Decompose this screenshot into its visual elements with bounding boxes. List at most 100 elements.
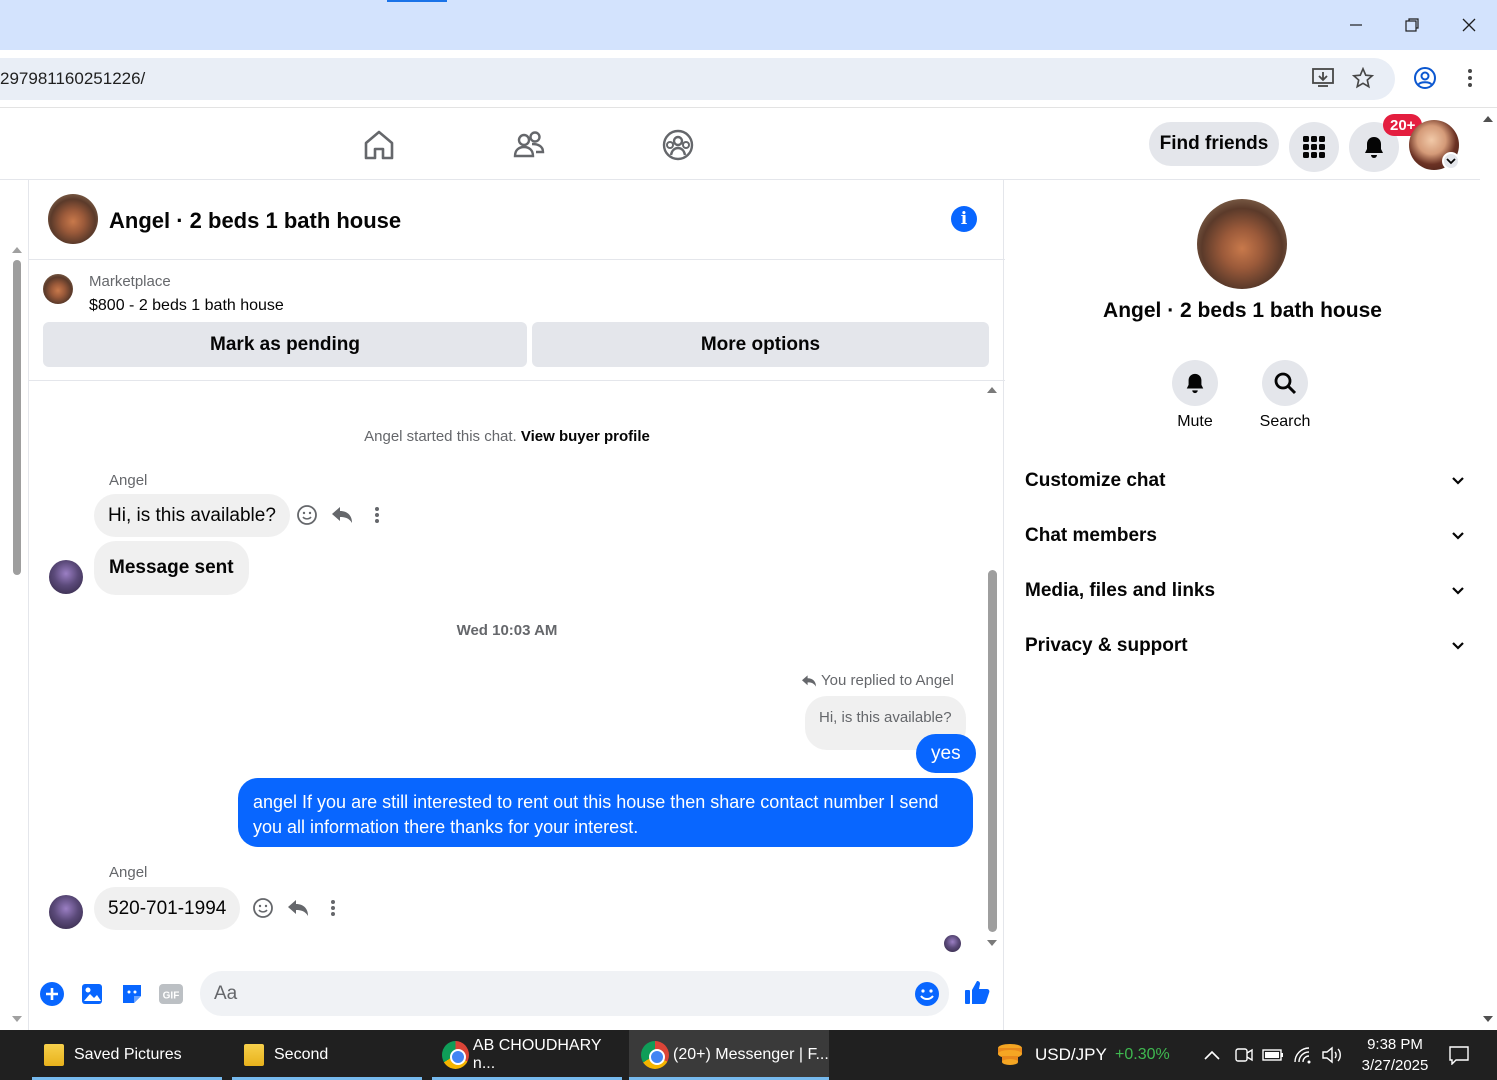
gif-icon[interactable]: GIF — [157, 980, 185, 1008]
conversation-title: Angel · 2 beds 1 bath house — [1103, 299, 1382, 322]
taskbar-item-label: Second — [274, 1046, 329, 1063]
wifi-icon[interactable] — [1293, 1044, 1315, 1066]
bell-icon — [1186, 373, 1204, 394]
incoming-message[interactable]: 520-701-1994 — [94, 887, 241, 930]
search-icon — [1274, 372, 1297, 395]
react-emoji-icon[interactable] — [251, 896, 275, 920]
scroll-down-arrow-icon — [1483, 1016, 1493, 1022]
chevron-down-icon[interactable] — [1442, 152, 1460, 170]
reply-icon[interactable] — [330, 503, 354, 527]
mark-as-pending-button[interactable]: Mark as pending — [43, 322, 527, 367]
listing-price[interactable]: $800 - 2 beds 1 bath house — [89, 297, 284, 315]
reply-icon[interactable] — [286, 896, 310, 920]
grid-icon — [1303, 136, 1325, 158]
taskbar-item-messenger[interactable]: (20+) Messenger | F... — [629, 1030, 829, 1080]
taskbar-item-chrome-1[interactable]: AB CHOUDHARY n... — [432, 1030, 622, 1080]
install-app-icon[interactable] — [1311, 66, 1335, 90]
message-input[interactable] — [200, 971, 949, 1016]
more-actions-icon[interactable] — [365, 503, 389, 527]
find-friends-button[interactable]: Find friends — [1149, 122, 1279, 166]
battery-icon[interactable] — [1262, 1044, 1284, 1066]
groups-icon[interactable] — [661, 128, 695, 162]
media-files-links-section[interactable]: Media, files and links — [1025, 571, 1465, 611]
photo-icon[interactable] — [78, 980, 106, 1008]
chevron-down-icon — [1452, 642, 1464, 650]
close-window-button[interactable] — [1440, 0, 1497, 50]
scroll-up-arrow-icon — [987, 387, 997, 393]
profile-icon[interactable] — [1413, 66, 1437, 90]
mute-button[interactable] — [1172, 360, 1218, 406]
incoming-message[interactable]: Hi, is this available? — [94, 494, 290, 537]
chat-header: Angel · 2 beds 1 bath house i — [29, 180, 1005, 260]
chat-started-text: Angel started this chat. — [364, 428, 517, 445]
outgoing-message[interactable]: angel If you are still interested to ren… — [238, 778, 973, 847]
meet-now-icon[interactable] — [1233, 1044, 1255, 1066]
volume-icon[interactable] — [1321, 1044, 1343, 1066]
minimize-icon — [1349, 24, 1362, 26]
sender-name: Angel — [109, 864, 148, 881]
taskbar-item-saved-pictures[interactable]: Saved Pictures — [32, 1030, 222, 1080]
friends-icon[interactable] — [512, 128, 546, 162]
emoji-icon[interactable] — [913, 980, 941, 1008]
incoming-message[interactable]: Message sent — [94, 541, 249, 595]
more-actions-icon[interactable] — [321, 896, 345, 920]
message-composer: GIF — [29, 960, 1005, 1030]
restore-icon — [1404, 18, 1419, 32]
chat-started-notice: Angel started this chat. View buyer prof… — [29, 428, 985, 445]
privacy-support-section[interactable]: Privacy & support — [1025, 626, 1465, 666]
message-timestamp: Wed 10:03 AM — [456, 622, 558, 639]
marketplace-label: Marketplace — [89, 273, 171, 290]
more-options-button[interactable]: More options — [532, 322, 989, 367]
bookmark-star-icon[interactable] — [1351, 66, 1375, 90]
search-button[interactable] — [1262, 360, 1308, 406]
section-label: Privacy & support — [1025, 635, 1188, 656]
left-scrollbar-thumb[interactable] — [13, 260, 21, 575]
seen-avatar — [944, 935, 961, 952]
react-emoji-icon[interactable] — [295, 503, 319, 527]
customize-chat-section[interactable]: Customize chat — [1025, 461, 1465, 501]
notification-center-icon[interactable] — [1447, 1043, 1471, 1067]
add-icon[interactable] — [38, 980, 66, 1008]
currency-widget-icon[interactable] — [996, 1041, 1024, 1069]
minimize-button[interactable] — [1327, 0, 1384, 50]
close-icon — [1462, 18, 1475, 32]
scroll-up-arrow-icon — [1483, 116, 1493, 122]
search-label: Search — [1259, 413, 1311, 430]
sticker-icon[interactable] — [118, 980, 146, 1008]
sender-avatar[interactable] — [49, 560, 83, 594]
conversation-image[interactable] — [1197, 199, 1287, 289]
clock-time: 9:38 PM — [1367, 1036, 1423, 1053]
ticker-name[interactable]: USD/JPY — [1035, 1030, 1107, 1080]
chat-scrollbar-thumb[interactable] — [988, 570, 997, 932]
chat-members-section[interactable]: Chat members — [1025, 516, 1465, 556]
scroll-down-arrow-icon — [12, 1016, 22, 1022]
system-clock[interactable]: 9:38 PM 3/27/2025 — [1355, 1034, 1435, 1076]
chat-scrollbar[interactable] — [985, 385, 999, 950]
sender-avatar[interactable] — [49, 895, 83, 929]
home-icon[interactable] — [362, 128, 396, 162]
folder-icon — [44, 1044, 64, 1066]
page-scrollbar[interactable] — [1480, 108, 1497, 1030]
view-buyer-profile-link[interactable]: View buyer profile — [521, 428, 650, 445]
svg-text:GIF: GIF — [163, 991, 180, 1002]
taskbar-item-second[interactable]: Second — [232, 1030, 422, 1080]
marketplace-listing-bar: Marketplace $800 - 2 beds 1 bath house M… — [29, 260, 1005, 381]
facebook-header: Find friends 20+ — [0, 108, 1480, 180]
taskbar-item-label: Saved Pictures — [74, 1046, 182, 1063]
chevron-down-icon — [1452, 587, 1464, 595]
info-icon[interactable]: i — [951, 206, 977, 232]
address-bar[interactable] — [0, 58, 1395, 100]
mute-label: Mute — [1177, 413, 1213, 430]
listing-thumbnail[interactable] — [48, 194, 98, 244]
outgoing-message[interactable]: yes — [916, 734, 976, 773]
left-scrollbar[interactable] — [10, 242, 24, 1027]
like-icon[interactable] — [962, 977, 992, 1007]
browser-menu-icon[interactable] — [1458, 66, 1482, 90]
restore-button[interactable] — [1383, 0, 1440, 50]
menu-grid-button[interactable] — [1289, 122, 1339, 172]
url-text[interactable]: 297981160251226/ — [0, 69, 145, 89]
reply-icon — [802, 674, 816, 687]
section-label: Media, files and links — [1025, 580, 1216, 601]
chevron-up-icon[interactable] — [1201, 1044, 1223, 1066]
chat-title[interactable]: Angel · 2 beds 1 bath house — [109, 208, 401, 234]
